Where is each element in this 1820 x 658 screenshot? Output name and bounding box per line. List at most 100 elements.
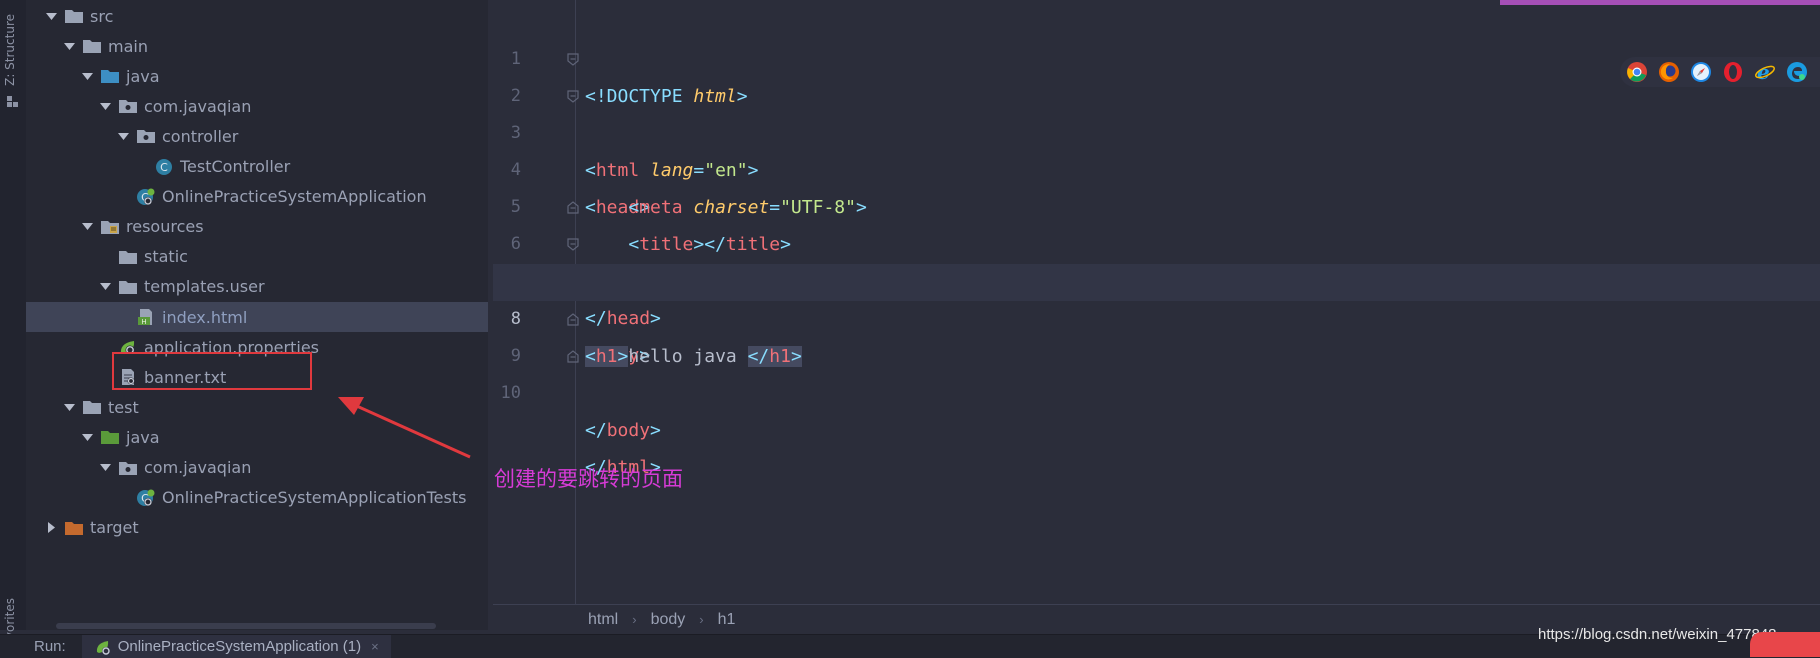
tree-item-label: TestController	[180, 157, 291, 176]
code-line-7[interactable]: 7 <body>	[493, 226, 1820, 366]
expand-down-icon[interactable]	[80, 220, 94, 234]
expand-down-icon[interactable]	[80, 430, 94, 444]
package-icon	[118, 459, 138, 477]
code-line-10[interactable]: 10 </html>	[493, 338, 1820, 478]
safari-icon[interactable]	[1688, 59, 1714, 85]
tree-item-label: OnlinePracticeSystemApplication	[162, 187, 427, 207]
spring-class-icon: C	[136, 188, 156, 206]
tree-item-src[interactable]: src	[26, 1, 488, 31]
browser-preview-toolbar: e	[1620, 57, 1820, 87]
chrome-icon[interactable]	[1624, 59, 1650, 85]
resources-folder-icon	[100, 218, 120, 236]
code-line-1[interactable]: 1 <!DOCTYPE html>	[493, 4, 1820, 107]
tree-item-label: test	[108, 397, 139, 417]
corner-badge-icon	[1750, 632, 1820, 657]
tree-item-resources[interactable]: resources	[26, 212, 488, 242]
tree-item-main[interactable]: main	[26, 31, 488, 61]
folder-icon	[118, 278, 138, 296]
tree-item-label: controller	[162, 126, 239, 146]
tree-item-testcontroller[interactable]: C TestController	[26, 152, 488, 182]
fold-icon[interactable]	[567, 313, 579, 326]
expand-down-icon[interactable]	[62, 39, 76, 53]
opera-icon[interactable]	[1720, 59, 1746, 85]
tree-item-onlinepracticesystemapplication[interactable]: C OnlinePracticeSystemApplication	[26, 182, 488, 212]
edge-icon[interactable]	[1784, 59, 1810, 85]
package-icon	[136, 127, 156, 145]
structure-icon	[7, 96, 18, 107]
test-folder-icon	[100, 428, 120, 446]
tree-item-target[interactable]: target	[26, 513, 488, 543]
fold-icon[interactable]	[567, 90, 579, 103]
package-icon	[118, 97, 138, 115]
run-label: Run:	[34, 638, 66, 655]
code-line-9[interactable]: 9 </body>	[493, 301, 1820, 441]
fold-icon[interactable]	[567, 53, 579, 66]
collapse-right-icon[interactable]	[44, 521, 58, 535]
spring-boot-icon	[94, 638, 112, 656]
tree-item-com-javaqian[interactable]: com.javaqian	[26, 91, 488, 121]
folder-icon	[118, 248, 138, 266]
watermark-url: https://blog.csdn.net/weixin_477848	[1538, 626, 1777, 643]
folder-icon	[82, 398, 102, 416]
ie-icon[interactable]: e	[1752, 59, 1778, 85]
expand-down-icon[interactable]	[98, 461, 112, 475]
breadcrumb-separator-icon: ›	[632, 612, 637, 627]
tree-item-index-html[interactable]: Hindex.html	[26, 302, 488, 332]
run-config-tab[interactable]: OnlinePracticeSystemApplication (1) ×	[81, 635, 391, 658]
code-line-3[interactable]: 3 <head>	[493, 78, 1820, 218]
tree-item-label: src	[90, 6, 114, 26]
tree-item-label: static	[144, 247, 188, 267]
tree-horizontal-scrollbar[interactable]	[56, 623, 436, 629]
folder-icon	[82, 37, 102, 55]
tree-item-label: main	[108, 36, 148, 56]
code-line-8[interactable]: 8 <h1>hello java </h1>	[493, 264, 1820, 367]
svg-text:H: H	[141, 318, 146, 326]
fold-icon[interactable]	[567, 238, 579, 251]
breadcrumb-separator-icon: ›	[699, 612, 704, 627]
left-tool-strip: Z: Structure Favorites	[0, 0, 27, 652]
tree-item-label: target	[90, 518, 139, 538]
folder-icon	[64, 7, 84, 25]
breadcrumb-item-html[interactable]: html	[588, 611, 618, 629]
tree-item-label: java	[126, 66, 160, 86]
tree-item-label: com.javaqian	[144, 96, 252, 116]
breadcrumb-item-body[interactable]: body	[651, 611, 686, 629]
expand-down-icon[interactable]	[98, 280, 112, 294]
tree-item-label: OnlinePracticeSystemApplicationTests	[162, 488, 467, 508]
annotation-text: 创建的要跳转的页面	[494, 467, 683, 491]
fold-icon[interactable]	[567, 201, 579, 214]
tree-item-label: templates.user	[144, 277, 265, 297]
source-folder-icon	[100, 67, 120, 85]
firefox-icon[interactable]	[1656, 59, 1682, 85]
breadcrumb-item-h1[interactable]: h1	[718, 611, 736, 629]
code-line-4[interactable]: 4 <meta charset="UTF-8">	[493, 115, 1820, 218]
tree-item-controller[interactable]: controller	[26, 121, 488, 151]
structure-tool-tab[interactable]: Z: Structure	[3, 14, 17, 86]
code-line-6[interactable]: 6 </head>	[493, 189, 1820, 329]
fold-icon[interactable]	[567, 350, 579, 363]
tree-item-templates-user[interactable]: templates.user	[26, 272, 488, 302]
class-icon: C	[154, 158, 174, 176]
expand-down-icon[interactable]	[44, 9, 58, 23]
run-tab-label: OnlinePracticeSystemApplication (1)	[117, 638, 362, 655]
html-file-icon: H	[136, 308, 156, 326]
expand-down-icon[interactable]	[80, 69, 94, 83]
close-icon[interactable]: ×	[371, 639, 379, 654]
spring-class-icon: C	[136, 489, 156, 507]
project-tree: src main java com.javaqian controller C TestCo…	[26, 0, 488, 630]
expand-down-icon[interactable]	[62, 400, 76, 414]
highlight-box	[112, 352, 312, 390]
excluded-folder-icon	[64, 519, 84, 537]
svg-text:C: C	[160, 161, 168, 174]
expand-down-icon[interactable]	[98, 99, 112, 113]
tree-item-java[interactable]: java	[26, 61, 488, 91]
code-line-5[interactable]: 5 <title></title>	[493, 152, 1820, 255]
annotation-arrow	[338, 397, 471, 459]
tree-item-label: resources	[126, 217, 204, 237]
tree-item-onlinepracticesystemapplicationtests[interactable]: C OnlinePracticeSystemApplicationTests	[26, 483, 488, 513]
expand-down-icon[interactable]	[116, 129, 130, 143]
tree-item-label: index.html	[162, 307, 248, 327]
tree-item-static[interactable]: static	[26, 242, 488, 272]
tree-item-label: com.javaqian	[144, 458, 252, 477]
tree-item-label: java	[126, 427, 160, 447]
